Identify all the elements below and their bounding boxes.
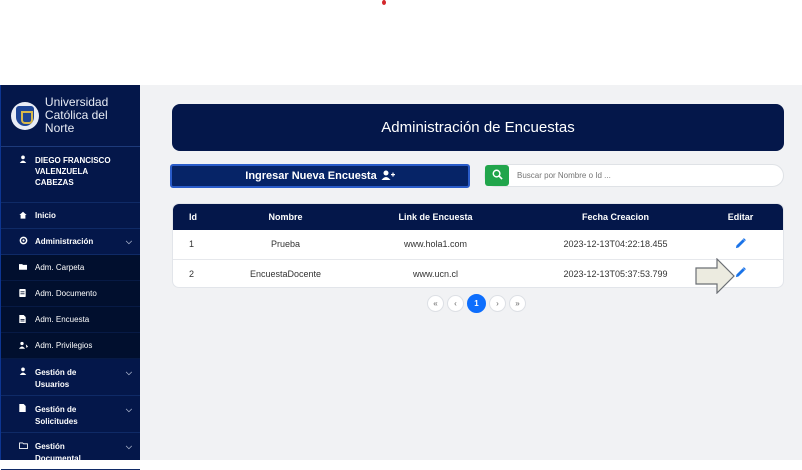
cell-nombre: EncuestaDocente: [249, 268, 322, 279]
page-current-button[interactable]: 1: [467, 294, 486, 313]
pagination: « ‹ 1 › »: [427, 294, 526, 313]
cell-fecha: 2023-12-13T05:37:53.799: [563, 268, 668, 279]
chevron-down-icon: ⌵: [125, 236, 132, 246]
cell-fecha: 2023-12-13T04:22:18.455: [563, 239, 668, 250]
cell-id: 1: [189, 239, 195, 250]
column-header-editar[interactable]: Editar: [698, 204, 783, 230]
table-header-row: Id Nombre Link de Encuesta Fecha Creacio…: [173, 204, 783, 230]
survey-icon: [19, 314, 29, 325]
new-survey-label: Ingresar Nueva Encuesta: [245, 170, 377, 182]
search-icon: [492, 167, 503, 185]
column-header-nombre[interactable]: Nombre: [233, 204, 338, 230]
sidebar-item-adm-documento[interactable]: Adm. Documento: [1, 281, 140, 307]
sidebar-item-label: Gestión Documental: [35, 442, 81, 463]
red-dot: [382, 0, 386, 5]
sidebar-user[interactable]: DIEGO FRANCISCO VALENZUELA CABEZAS: [1, 147, 140, 203]
column-header-id[interactable]: Id: [173, 204, 233, 230]
search-input[interactable]: [517, 171, 767, 180]
page-prev-button[interactable]: ‹: [447, 295, 464, 312]
column-header-link[interactable]: Link de Encuesta: [338, 204, 533, 230]
sidebar-item-adm-carpeta[interactable]: Adm. Carpeta: [1, 255, 140, 281]
sidebar-item-label: Adm. Encuesta: [35, 315, 90, 324]
sidebar-item-label: Gestión de Usuarios: [35, 368, 77, 389]
app: Universidad Católica del Norte DIEGO FRA…: [0, 85, 802, 470]
sidebar-item-label: Administración: [35, 237, 94, 246]
new-survey-button[interactable]: Ingresar Nueva Encuesta: [170, 164, 470, 188]
home-icon: [19, 211, 29, 221]
cell-editar: [698, 230, 783, 259]
table-row: 2 EncuestaDocente www.ucn.cl 2023-12-13T…: [173, 259, 783, 287]
sidebar-item-inicio[interactable]: Inicio: [1, 203, 140, 229]
brand-line-2: Católica del Norte: [44, 108, 108, 135]
sidebar-item-administracion[interactable]: Administración ⌵: [1, 229, 140, 255]
page-title: Administración de Encuestas: [172, 104, 784, 151]
sidebar-item-adm-privilegios[interactable]: Adm. Privilegios: [1, 333, 140, 359]
sidebar: Universidad Católica del Norte DIEGO FRA…: [0, 85, 140, 470]
user-icon: [19, 367, 29, 379]
sidebar-item-gestion-usuarios[interactable]: Gestión de Usuarios ⌵: [1, 359, 140, 396]
user-name: DIEGO FRANCISCO VALENZUELA CABEZAS: [35, 156, 111, 187]
cell-link: www.hola1.com: [403, 239, 468, 250]
user-icon: [19, 155, 29, 166]
cell-nombre: Prueba: [270, 239, 301, 250]
privileges-icon: [19, 341, 29, 351]
chevron-down-icon: ⌵: [125, 405, 132, 414]
folder-icon: [19, 441, 29, 453]
admin-submenu: Adm. Carpeta Adm. Documento Adm. Encuest…: [1, 255, 140, 359]
surveys-table: Id Nombre Link de Encuesta Fecha Creacio…: [172, 203, 784, 288]
page-last-button[interactable]: »: [509, 295, 526, 312]
user-plus-icon: [381, 170, 395, 183]
chevron-down-icon: ⌵: [125, 442, 132, 451]
table-row: 1 Prueba www.hola1.com 2023-12-13T04:22:…: [173, 230, 783, 259]
sidebar-item-label: Gestión de Solicitudes: [35, 405, 78, 426]
pencil-icon[interactable]: [735, 237, 746, 251]
sidebar-item-label: Inicio: [35, 211, 56, 220]
sidebar-item-gestion-documental[interactable]: Gestión Documental ⌵: [1, 433, 140, 470]
document-icon: [19, 404, 29, 416]
gear-icon: [19, 236, 29, 247]
page-first-button[interactable]: «: [427, 295, 444, 312]
sidebar-item-adm-encuesta[interactable]: Adm. Encuesta: [1, 307, 140, 333]
brand[interactable]: Universidad Católica del Norte: [1, 85, 140, 147]
cell-id: 2: [189, 268, 195, 279]
chevron-down-icon: ⌵: [125, 368, 132, 377]
search-button[interactable]: [485, 165, 509, 186]
sidebar-item-label: Adm. Documento: [35, 289, 97, 298]
cell-link: www.ucn.cl: [412, 268, 458, 279]
column-header-fecha[interactable]: Fecha Creacion: [533, 204, 698, 230]
arrow-right-icon: [695, 258, 735, 294]
pencil-icon[interactable]: [735, 267, 746, 280]
page-next-button[interactable]: ›: [489, 295, 506, 312]
folder-icon: [19, 263, 29, 272]
sidebar-item-gestion-solicitudes[interactable]: Gestión de Solicitudes ⌵: [1, 396, 140, 433]
document-icon: [19, 288, 29, 299]
university-logo-icon: [11, 101, 39, 130]
search-box: [484, 164, 784, 187]
sidebar-item-label: Adm. Carpeta: [35, 263, 85, 272]
sidebar-item-label: Adm. Privilegios: [35, 341, 93, 350]
